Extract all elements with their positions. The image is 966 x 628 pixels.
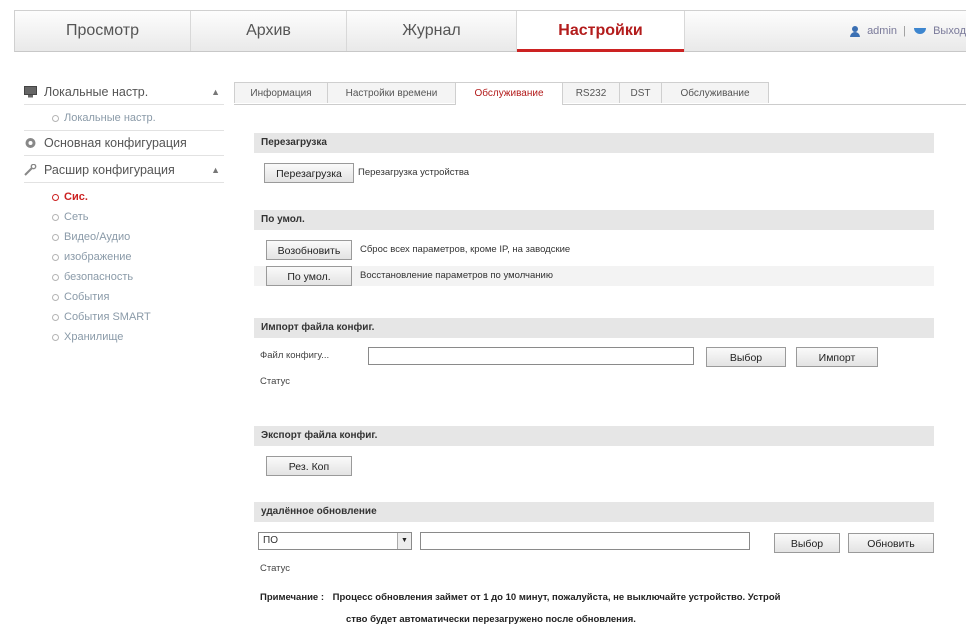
sidebar-group-label: Локальные настр.: [44, 85, 149, 99]
section-default-title: По умол.: [254, 210, 934, 230]
user-area: admin | Выход: [850, 11, 966, 51]
section-upgrade-title: удалённое обновление: [254, 502, 934, 522]
dropdown-arrow-icon[interactable]: ▼: [397, 533, 411, 549]
sidebar-group-basic[interactable]: Основная конфигурация: [24, 130, 224, 156]
import-browse-button[interactable]: Выбор: [706, 347, 786, 367]
separator: |: [903, 25, 906, 38]
sidebar: Локальные настр. ▲ Локальные настр. Осно…: [24, 80, 224, 347]
upgrade-type-value: ПО: [263, 535, 278, 546]
username[interactable]: admin: [867, 25, 897, 37]
note-line-1: Процесс обновления займет от 1 до 10 мин…: [332, 592, 781, 603]
sidebar-group-local[interactable]: Локальные настр. ▲: [24, 80, 224, 105]
sidebar-item-network[interactable]: Сеть: [24, 207, 224, 227]
note-label: Примечание :: [260, 592, 325, 603]
sidebar-item-events[interactable]: События: [24, 287, 224, 307]
default-row: По умол. Восстановление параметров по ум…: [254, 266, 934, 286]
sidebar-group-advanced[interactable]: Расшир конфигурация ▲: [24, 158, 224, 183]
user-icon: [850, 25, 860, 37]
upgrade-button[interactable]: Обновить: [848, 533, 934, 553]
sidebar-item-storage[interactable]: Хранилище: [24, 327, 224, 347]
sidebar-group-label: Основная конфигурация: [44, 136, 187, 150]
default-description: Восстановление параметров по умолчанию: [360, 270, 553, 281]
config-file-input[interactable]: [368, 347, 694, 365]
config-file-label: Файл конфигу...: [260, 350, 330, 361]
import-button[interactable]: Импорт: [796, 347, 878, 367]
sidebar-item-image[interactable]: изображение: [24, 247, 224, 267]
upgrade-file-input[interactable]: [420, 532, 750, 550]
nav-tab-configuration[interactable]: Настройки: [517, 11, 685, 52]
reboot-description: Перезагрузка устройства: [358, 167, 470, 178]
section-reboot-title: Перезагрузка: [254, 133, 934, 153]
sidebar-item-smart-events[interactable]: События SMART: [24, 307, 224, 327]
import-status-label: Статус: [260, 376, 291, 387]
export-button[interactable]: Рез. Коп: [266, 456, 352, 476]
nav-tab-log[interactable]: Журнал: [347, 11, 517, 51]
tab-maintenance[interactable]: Обслуживание: [455, 82, 563, 105]
settings-tabs: Информация Настройки времени Обслуживани…: [234, 82, 966, 105]
reboot-row: Перезагрузка Перезагрузка устройства: [254, 163, 934, 183]
upgrade-browse-button[interactable]: Выбор: [774, 533, 840, 553]
tab-rs232[interactable]: RS232: [562, 82, 620, 103]
nav-tab-live-view[interactable]: Просмотр: [15, 11, 191, 51]
monitor-icon: [24, 86, 37, 98]
collapse-arrow-icon[interactable]: ▲: [211, 158, 220, 182]
upgrade-note: Примечание : Процесс обновления займет о…: [260, 590, 950, 606]
upgrade-status-label: Статус: [260, 563, 291, 574]
section-export-title: Экспорт файла конфиг.: [254, 426, 934, 446]
collapse-arrow-icon[interactable]: ▲: [211, 80, 220, 104]
sidebar-item-security[interactable]: безопасность: [24, 267, 224, 287]
wrench-icon: [24, 164, 37, 176]
reboot-button[interactable]: Перезагрузка: [264, 163, 354, 183]
sidebar-item-video-audio[interactable]: Видео/Аудио: [24, 227, 224, 247]
logout-icon[interactable]: [914, 27, 927, 35]
tab-dst[interactable]: DST: [619, 82, 662, 103]
tab-information[interactable]: Информация: [234, 82, 328, 103]
upgrade-type-select[interactable]: ПО ▼: [258, 532, 412, 550]
top-navigation: Просмотр Архив Журнал Настройки admin | …: [14, 10, 966, 52]
logout-link[interactable]: Выход: [933, 25, 966, 37]
restore-row: Возобновить Сброс всех параметров, кроме…: [254, 240, 934, 260]
restore-button[interactable]: Возобновить: [266, 240, 352, 260]
restore-description: Сброс всех параметров, кроме IP, на заво…: [360, 244, 571, 255]
default-button[interactable]: По умол.: [266, 266, 352, 286]
sidebar-group-label: Расшир конфигурация: [44, 163, 175, 177]
nav-tab-playback[interactable]: Архив: [191, 11, 347, 51]
sidebar-item-system[interactable]: Сис.: [24, 187, 224, 207]
tab-maintenance-2[interactable]: Обслуживание: [661, 82, 769, 103]
gear-icon: [25, 138, 36, 148]
sidebar-item-local-settings[interactable]: Локальные настр.: [24, 108, 224, 128]
tab-time-settings[interactable]: Настройки времени: [327, 82, 456, 103]
section-import-title: Импорт файла конфиг.: [254, 318, 934, 338]
